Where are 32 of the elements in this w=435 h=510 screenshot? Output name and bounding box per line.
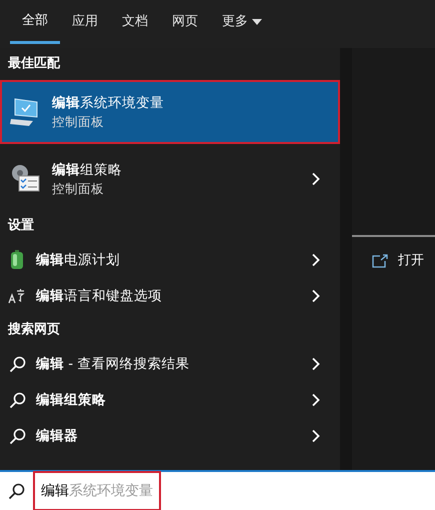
filter-tab[interactable]: 网页	[160, 0, 210, 44]
result-subtitle: 控制面板	[52, 180, 105, 198]
filter-tab[interactable]: 全部	[10, 0, 60, 44]
result-item[interactable]: 编辑电源计划	[0, 242, 340, 278]
result-title: 编辑语言和键盘选项	[36, 286, 162, 306]
result-subtitle: 控制面板	[52, 112, 105, 131]
result-item[interactable]: 编辑语言和键盘选项	[0, 278, 340, 314]
search-icon	[8, 392, 26, 408]
filter-tab[interactable]: 应用	[60, 0, 110, 44]
result-title: 编辑组策略	[36, 390, 106, 410]
result-title: 编辑 - 查看网络搜索结果	[36, 354, 190, 374]
filter-tab[interactable]: 更多	[210, 0, 274, 44]
search-icon	[8, 356, 26, 372]
battery-icon	[10, 250, 24, 270]
result-item[interactable]: 编辑组策略	[0, 382, 340, 418]
open-button[interactable]: 打开	[352, 237, 424, 270]
open-icon	[372, 254, 388, 268]
result-item[interactable]: 编辑 - 查看网络搜索结果	[0, 346, 340, 382]
result-title: 编辑组策略	[52, 160, 122, 180]
section-heading: 设置	[6, 217, 35, 236]
result-title: 编辑系统环境变量	[52, 94, 164, 112]
result-title: 编辑器	[36, 426, 78, 446]
result-title: 编辑电源计划	[36, 250, 120, 270]
section-heading: 搜索网页	[6, 320, 61, 340]
result-item[interactable]: 编辑组策略 控制面板	[0, 148, 340, 210]
section-heading: 最佳匹配	[7, 55, 62, 74]
result-item[interactable]: 编辑系统环境变量 控制面板	[0, 80, 340, 144]
search-icon	[8, 428, 26, 444]
search-icon	[8, 482, 25, 500]
result-item[interactable]: 编辑器	[0, 418, 340, 454]
language-icon	[8, 288, 26, 304]
filter-tab[interactable]: 文档	[110, 0, 160, 44]
